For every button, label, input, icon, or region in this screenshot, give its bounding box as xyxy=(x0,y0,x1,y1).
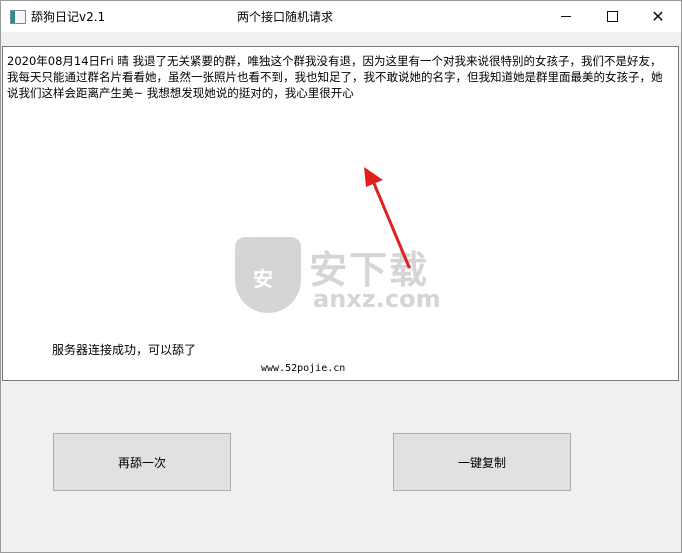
lick-again-button[interactable]: 再舔一次 xyxy=(53,433,231,491)
app-window: 舔狗日记v2.1 两个接口随机请求 ✕ 2020年08月14日Fri 晴 我退了… xyxy=(0,0,682,553)
status-text: 服务器连接成功，可以舔了 xyxy=(52,343,197,357)
window-title: 舔狗日记v2.1 xyxy=(31,10,106,24)
diary-display[interactable]: 2020年08月14日Fri 晴 我退了无关紧要的群，唯独这个群我没有退，因为这… xyxy=(2,46,679,381)
window-subtitle: 两个接口随机请求 xyxy=(237,10,334,24)
title-bar: 舔狗日记v2.1 两个接口随机请求 ✕ xyxy=(1,1,681,32)
minimize-icon xyxy=(561,16,571,17)
red-arrow-icon xyxy=(364,167,411,269)
close-button[interactable]: ✕ xyxy=(635,1,681,32)
copy-button[interactable]: 一键复制 xyxy=(393,433,571,491)
maximize-button[interactable] xyxy=(589,1,635,32)
close-icon: ✕ xyxy=(651,6,665,26)
site-url: www.52pojie.cn xyxy=(261,363,346,374)
minimize-button[interactable] xyxy=(543,1,589,32)
app-icon xyxy=(10,10,26,24)
maximize-icon xyxy=(606,11,618,22)
